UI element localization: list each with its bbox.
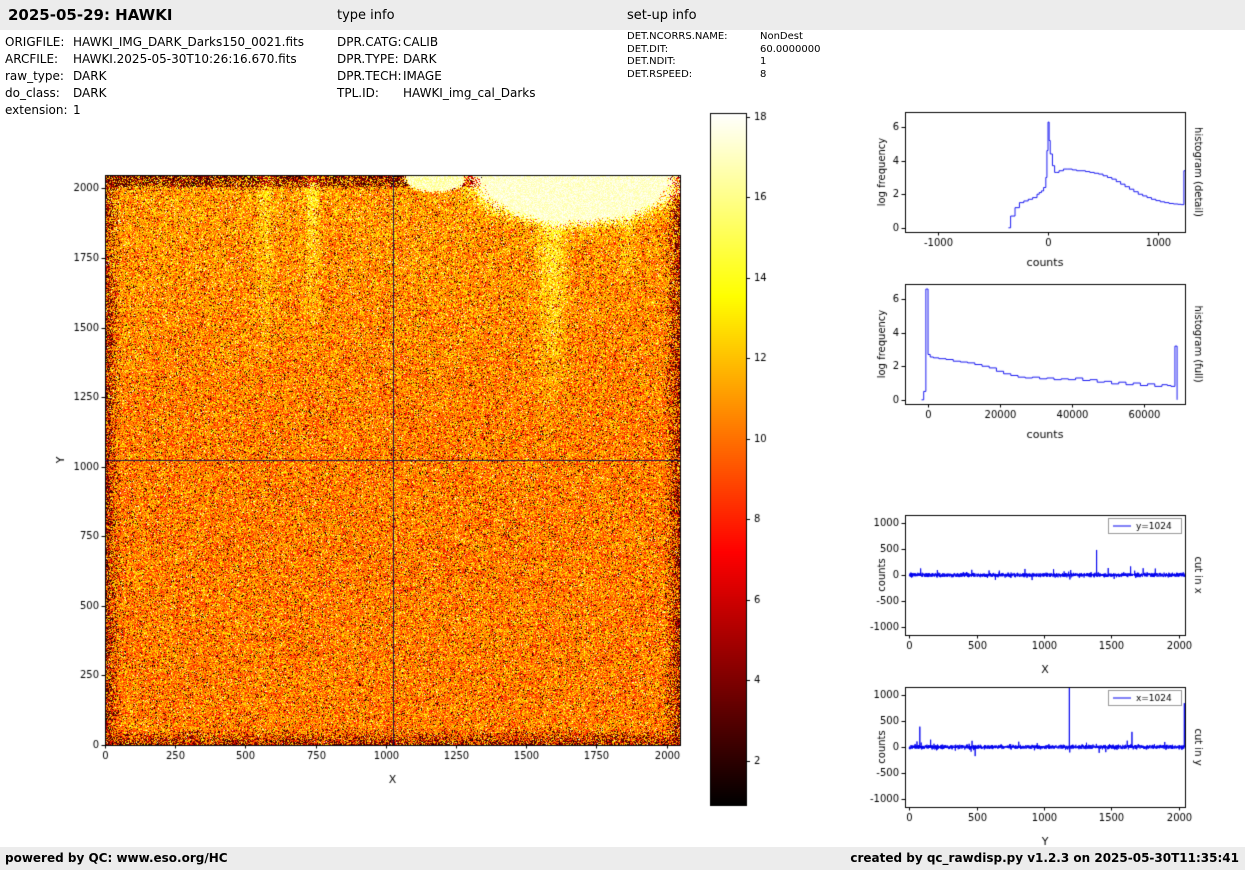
cut-in-x-plot: [830, 498, 1230, 690]
info-label: extension:: [5, 103, 68, 117]
info-value: 60.0000000: [760, 43, 821, 55]
info-label: ARCFILE:: [5, 52, 59, 66]
info-row: ARCFILE: HAWKI.2025-05-30T10:26:16.670.fi…: [5, 51, 304, 68]
raw-image-figure: [50, 158, 710, 808]
info-row: DPR.CATG: CALIB: [337, 34, 536, 51]
info-label: ORIGFILE:: [5, 35, 65, 49]
info-row: DPR.TECH: IMAGE: [337, 68, 536, 85]
setup-info-heading: set-up info: [627, 8, 697, 23]
info-row: ORIGFILE: HAWKI_IMG_DARK_Darks150_0021.fi…: [5, 34, 304, 51]
info-row: TPL.ID: HAWKI_img_cal_Darks: [337, 85, 536, 102]
qc-report-page: 2025-05-29: HAWKI type info set-up info …: [0, 0, 1245, 870]
info-value: DARK: [73, 86, 107, 100]
info-label: do_class:: [5, 86, 60, 100]
info-row: extension: 1: [5, 102, 304, 119]
info-value: DARK: [73, 69, 107, 83]
info-value: HAWKI_img_cal_Darks: [403, 86, 536, 100]
info-label: TPL.ID:: [337, 86, 379, 100]
info-row: DET.RSPEED: 8: [627, 69, 820, 82]
info-row: do_class: DARK: [5, 85, 304, 102]
histogram-detail-plot: [830, 95, 1230, 280]
info-row: raw_type: DARK: [5, 68, 304, 85]
info-value: 8: [760, 68, 767, 80]
info-label: DET.NDIT:: [627, 56, 676, 67]
info-value: NonDest: [760, 31, 803, 42]
header-bar: 2025-05-29: HAWKI type info set-up info: [0, 0, 1245, 30]
info-label: DPR.TYPE:: [337, 52, 399, 66]
footer-bar: powered by QC: www.eso.org/HC created by…: [0, 847, 1245, 870]
info-value: IMAGE: [403, 69, 442, 83]
info-row: DET.DIT: 60.0000000: [627, 44, 820, 57]
info-label: DPR.TECH:: [337, 69, 402, 83]
cut-in-y-plot: [830, 670, 1230, 862]
type-info-heading: type info: [337, 8, 395, 23]
info-value: HAWKI.2025-05-30T10:26:16.670.fits: [73, 52, 297, 66]
info-label: DET.RSPEED:: [627, 68, 693, 80]
info-row: DPR.TYPE: DARK: [337, 51, 536, 68]
page-title: 2025-05-29: HAWKI: [8, 6, 173, 24]
info-row: DET.NCORRS.NAME: NonDest: [627, 31, 820, 44]
file-info-block: ORIGFILE: HAWKI_IMG_DARK_Darks150_0021.fi…: [5, 34, 304, 119]
type-info-block: DPR.CATG: CALIB DPR.TYPE: DARK DPR.TECH: IM…: [337, 34, 536, 102]
footer-credit-right: created by qc_rawdisp.py v1.2.3 on 2025-…: [850, 851, 1239, 865]
info-value: HAWKI_IMG_DARK_Darks150_0021.fits: [73, 35, 304, 49]
histogram-full-plot: [830, 267, 1230, 452]
setup-info-block: DET.NCORRS.NAME: NonDest DET.DIT: 60.00000…: [627, 31, 820, 81]
colorbar: [700, 100, 790, 820]
info-label: raw_type:: [5, 69, 64, 83]
info-row: DET.NDIT: 1: [627, 56, 820, 69]
footer-credit-left: powered by QC: www.eso.org/HC: [5, 851, 228, 865]
info-label: DET.DIT:: [627, 43, 669, 55]
info-value: CALIB: [403, 35, 439, 49]
info-value: 1: [73, 103, 81, 117]
info-value: 1: [760, 56, 767, 67]
info-label: DPR.CATG:: [337, 35, 402, 49]
info-value: DARK: [403, 52, 437, 66]
info-label: DET.NCORRS.NAME:: [627, 31, 728, 42]
